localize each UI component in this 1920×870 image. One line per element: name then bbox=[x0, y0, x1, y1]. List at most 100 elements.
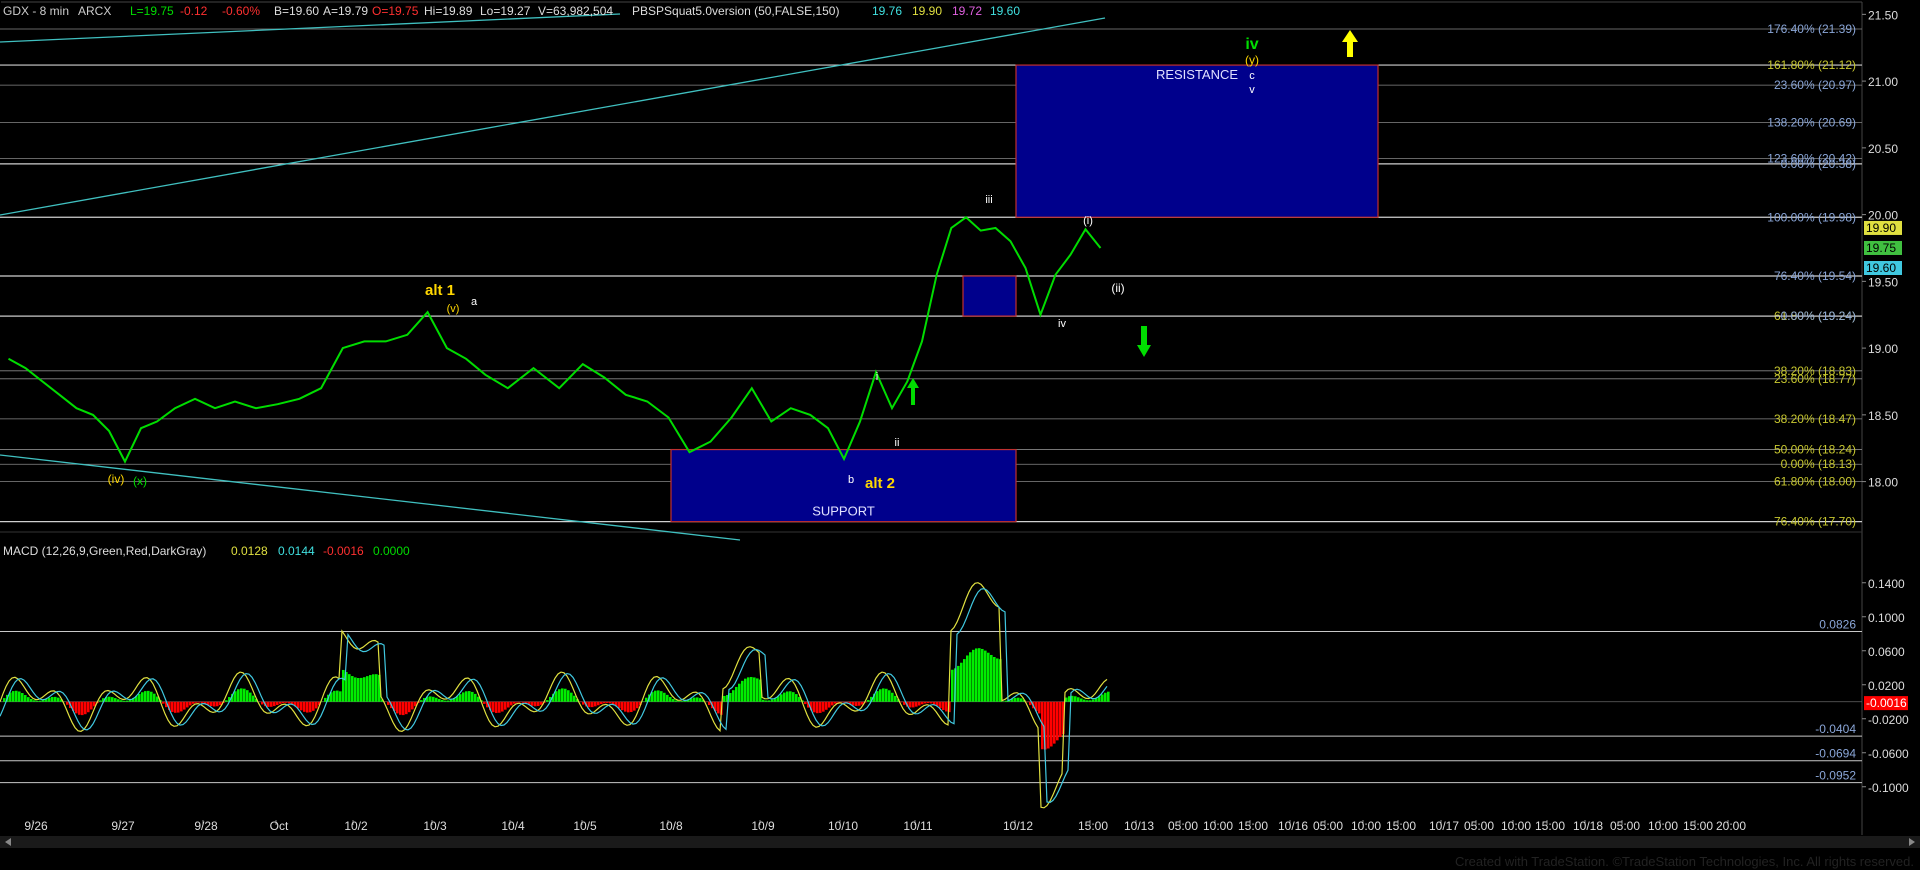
macd-bar bbox=[108, 696, 111, 702]
macd-bar bbox=[975, 648, 978, 702]
macd-bar bbox=[972, 649, 975, 702]
price-chart[interactable]: 176.40% (21.39) 161.80% (21.12) 23.60% (20… bbox=[0, 0, 1920, 870]
macd-bar bbox=[438, 698, 441, 702]
fib-label: 38.20% (18.47) bbox=[1774, 412, 1856, 426]
fib-label: 23.60% (20.97) bbox=[1774, 78, 1856, 92]
macd-bar bbox=[1092, 699, 1095, 702]
macd-bar bbox=[783, 692, 786, 702]
macd-bar bbox=[405, 701, 408, 715]
fib-label: 161.80% (21.12) bbox=[1767, 58, 1856, 72]
macd-bar bbox=[675, 700, 678, 702]
macd-bar bbox=[282, 701, 285, 704]
macd-bar bbox=[909, 701, 912, 708]
macd-bar bbox=[189, 701, 192, 706]
macd-bar bbox=[39, 700, 42, 702]
macd-bar bbox=[804, 701, 807, 705]
macd-bar bbox=[87, 701, 90, 713]
macd-bar bbox=[435, 697, 438, 702]
macd-bar bbox=[645, 697, 648, 702]
macd-bar bbox=[57, 697, 60, 702]
macd-bar bbox=[402, 701, 405, 716]
time-tick-label: 15:00 bbox=[1683, 819, 1713, 833]
macd-bar bbox=[729, 692, 732, 702]
macd-bar bbox=[660, 691, 663, 702]
macd-bar bbox=[1083, 699, 1086, 702]
macd-bar bbox=[1053, 701, 1056, 744]
macd-bar bbox=[792, 692, 795, 702]
macd-bar bbox=[474, 693, 477, 702]
open-label: O=19.75 bbox=[372, 4, 419, 18]
macd-bar bbox=[555, 691, 558, 702]
study-value-1: 19.76 bbox=[872, 4, 902, 18]
macd-bar bbox=[48, 697, 51, 702]
macd-ref-label: -0.0404 bbox=[1815, 722, 1856, 736]
macd-bar bbox=[498, 701, 501, 713]
time-tick-label: 9/27 bbox=[111, 819, 135, 833]
macd-bar bbox=[813, 701, 816, 713]
macd-bar bbox=[444, 700, 447, 702]
macd-bar bbox=[162, 701, 165, 704]
wave-label: ii bbox=[895, 437, 900, 449]
macd-last-label: -0.0016 bbox=[1866, 696, 1907, 710]
macd-bar bbox=[348, 674, 351, 702]
macd-bar bbox=[624, 701, 627, 712]
macd-bar bbox=[51, 696, 54, 702]
exchange-label: ARCX bbox=[78, 4, 111, 18]
macd-bar bbox=[21, 693, 24, 702]
macd-bar bbox=[285, 701, 288, 703]
wave-label: b bbox=[848, 474, 854, 486]
time-tick-label: 10/8 bbox=[659, 819, 683, 833]
macd-tick-label: -0.0600 bbox=[1868, 747, 1909, 761]
macd-bar bbox=[471, 691, 474, 702]
price-tick-label: 19.50 bbox=[1868, 275, 1898, 289]
macd-bar bbox=[450, 699, 453, 702]
macd-header: MACD (12,26,9,Green,Red,DarkGray) 0.0128… bbox=[3, 544, 410, 558]
time-tick-label: 10/10 bbox=[828, 819, 858, 833]
zone-label: SUPPORT bbox=[812, 504, 875, 519]
time-tick-label: 10/4 bbox=[501, 819, 525, 833]
zone-rect bbox=[1015, 64, 1379, 218]
macd-bar bbox=[915, 701, 918, 707]
macd-bar bbox=[591, 701, 594, 708]
time-tick-label: 9/28 bbox=[194, 819, 218, 833]
macd-bar bbox=[1005, 700, 1008, 702]
macd-bar bbox=[174, 701, 177, 713]
macd-ref-label: -0.0952 bbox=[1815, 769, 1856, 783]
macd-bar bbox=[762, 699, 765, 702]
macd-bar bbox=[921, 701, 924, 705]
macd-bar bbox=[699, 698, 702, 702]
study-value-4: 19.60 bbox=[990, 4, 1020, 18]
macd-bar bbox=[84, 701, 87, 715]
macd-bar bbox=[531, 701, 534, 706]
macd-bar bbox=[465, 691, 468, 702]
macd-bar bbox=[399, 701, 402, 715]
macd-bar bbox=[750, 676, 753, 702]
macd-bar bbox=[939, 701, 942, 709]
macd-bar bbox=[879, 689, 882, 702]
time-tick-label: 20:00 bbox=[1716, 819, 1746, 833]
macd-bar bbox=[789, 691, 792, 702]
wave-label: (iv) bbox=[108, 472, 125, 486]
macd-bar bbox=[81, 701, 84, 716]
time-tick-label: 15:00 bbox=[1078, 819, 1108, 833]
macd-bar bbox=[186, 701, 189, 708]
scroll-bar[interactable] bbox=[0, 836, 1920, 848]
macd-bar bbox=[120, 700, 123, 702]
trend-line bbox=[0, 454, 741, 541]
macd-bar bbox=[495, 701, 498, 714]
macd-bar bbox=[36, 700, 39, 702]
macd-bar bbox=[630, 701, 633, 713]
macd-bar bbox=[75, 701, 78, 714]
macd-bar bbox=[180, 701, 183, 712]
macd-bar bbox=[24, 695, 27, 702]
macd-bar bbox=[459, 694, 462, 702]
macd-bar bbox=[1074, 696, 1077, 702]
time-tick-label: 10/2 bbox=[344, 819, 368, 833]
macd-bar bbox=[561, 688, 564, 702]
macd-bar bbox=[588, 701, 591, 708]
macd-bar bbox=[747, 677, 750, 702]
macd-bar bbox=[816, 701, 819, 714]
change-label: -0.12 bbox=[180, 4, 208, 18]
macd-bar bbox=[387, 701, 390, 705]
macd-bar bbox=[441, 700, 444, 702]
